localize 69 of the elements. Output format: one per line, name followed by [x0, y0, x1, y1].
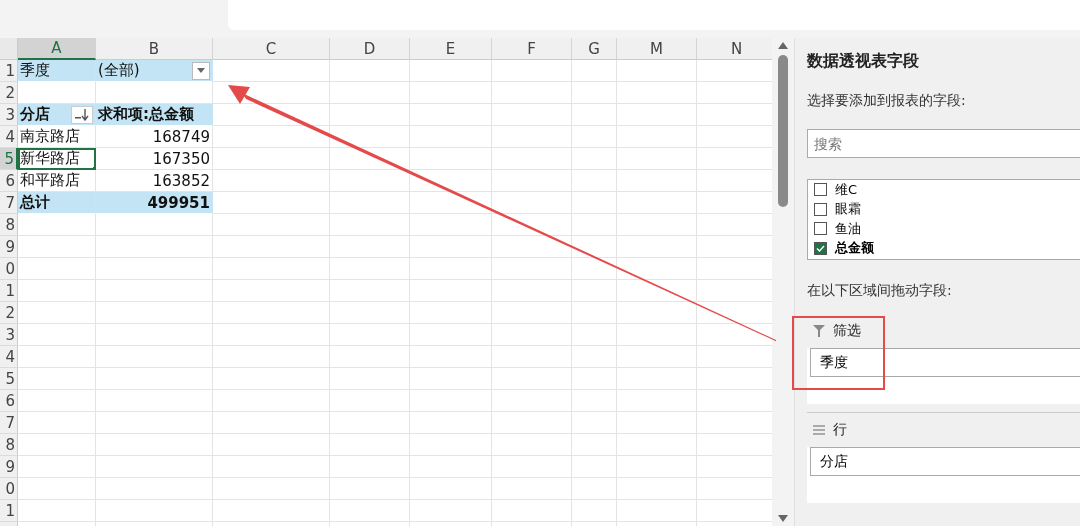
filter-value: (全部)	[98, 61, 140, 80]
row-header[interactable]: 7	[0, 412, 18, 434]
row-header[interactable]: 0	[0, 258, 18, 280]
checkbox[interactable]	[814, 241, 827, 255]
scroll-down-icon[interactable]	[778, 515, 788, 522]
search-field[interactable]: 搜索	[807, 129, 1080, 158]
sort-arrow-icon	[74, 108, 90, 121]
value-cell: 167350	[152, 149, 210, 168]
value-header: 求和项:总金额	[98, 105, 194, 124]
column-header[interactable]: A	[18, 38, 96, 60]
column-header[interactable]: M	[617, 38, 697, 60]
row-header[interactable]: 1	[0, 500, 18, 522]
row-header[interactable]: 8	[0, 434, 18, 456]
column-header[interactable]: N	[697, 38, 772, 60]
filter-icon	[813, 325, 825, 337]
column-header[interactable]: E	[410, 38, 492, 60]
column-header[interactable]: C	[213, 38, 330, 60]
row-header[interactable]: 6	[0, 390, 18, 412]
checkbox[interactable]	[814, 222, 827, 236]
areas-prompt: 在以下区域间拖动字段:	[807, 282, 953, 300]
filter-field-label: 季度	[20, 61, 50, 80]
field-label[interactable]: 鱼油	[835, 220, 861, 237]
scrollbar-thumb[interactable]	[778, 55, 788, 207]
sort-filter-button[interactable]	[71, 105, 93, 124]
field-label[interactable]: 眼霜	[835, 201, 861, 218]
row-label-cell: 南京路店	[20, 127, 80, 146]
area-label: 筛选	[833, 322, 861, 340]
field-prompt: 选择要添加到报表的字段:	[807, 92, 967, 110]
total-value: 499951	[147, 193, 210, 212]
drop-area[interactable]: 季度	[807, 348, 1080, 404]
row-label-cell: 和平路店	[20, 171, 80, 190]
row-header[interactable]: 9	[0, 236, 18, 258]
total-label: 总计	[20, 193, 50, 212]
row-header[interactable]: 5	[0, 148, 18, 170]
scroll-up-icon[interactable]	[778, 42, 788, 49]
row-header[interactable]: 6	[0, 170, 18, 192]
row-header[interactable]: 9	[0, 456, 18, 478]
row-label-header: 分店	[20, 105, 50, 124]
column-header[interactable]: F	[492, 38, 572, 60]
row-header[interactable]: 2	[0, 82, 18, 104]
row-header[interactable]: 5	[0, 368, 18, 390]
area-label: 行	[833, 421, 847, 439]
value-cell: 163852	[152, 171, 210, 190]
field-label[interactable]: 总金额	[835, 240, 874, 257]
row-header[interactable]: 2	[0, 302, 18, 324]
row-header[interactable]: 4	[0, 126, 18, 148]
value-cell: 168749	[152, 127, 210, 146]
rows-icon	[813, 425, 825, 435]
row-header[interactable]: 3	[0, 104, 18, 126]
column-header[interactable]: D	[330, 38, 410, 60]
row-header[interactable]: 8	[0, 214, 18, 236]
column-header[interactable]: B	[96, 38, 213, 60]
field-chip[interactable]: 分店	[810, 447, 1080, 476]
checkbox[interactable]	[814, 202, 827, 216]
pane-title: 数据透视表字段	[807, 51, 920, 72]
field-label[interactable]: 维C	[835, 181, 858, 198]
drop-area[interactable]: 分店	[807, 447, 1080, 503]
row-header[interactable]: 3	[0, 324, 18, 346]
filter-dropdown-button[interactable]	[192, 61, 210, 80]
caret-icon	[197, 68, 205, 73]
column-header[interactable]: G	[572, 38, 617, 60]
row-header[interactable]: 0	[0, 478, 18, 500]
field-chip[interactable]: 季度	[810, 348, 1080, 377]
checkbox[interactable]	[814, 183, 827, 197]
row-header[interactable]: 1	[0, 60, 18, 82]
row-header[interactable]: 1	[0, 280, 18, 302]
row-header[interactable]: 7	[0, 192, 18, 214]
row-label-cell: 新华路店	[20, 149, 80, 168]
row-header[interactable]: 4	[0, 346, 18, 368]
